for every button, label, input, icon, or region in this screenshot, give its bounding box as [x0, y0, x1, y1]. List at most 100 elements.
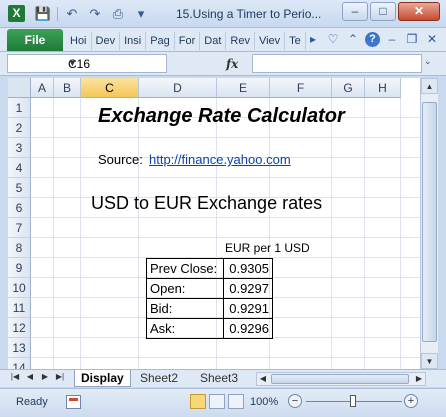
row-header-8[interactable]: 8	[8, 238, 31, 258]
sheet-nav: |◀ ◀ ▶ ▶|	[10, 372, 65, 381]
first-sheet-icon[interactable]: |◀	[10, 372, 20, 381]
window-controls: – □ ✕	[342, 2, 440, 21]
heart-icon[interactable]: ♡	[325, 31, 341, 48]
rate-value[interactable]: 0.9296	[223, 318, 273, 339]
excel-logo-icon[interactable]: X	[8, 5, 25, 22]
chevron-right-icon[interactable]: ▸	[305, 31, 321, 48]
next-sheet-icon[interactable]: ▶	[40, 372, 50, 381]
row-header-2[interactable]: 2	[8, 118, 31, 138]
chevron-down-icon[interactable]: ▾	[132, 5, 150, 23]
row-header-9[interactable]: 9	[8, 258, 31, 278]
tab-data[interactable]: Dat	[200, 32, 227, 50]
tab-page-layout[interactable]: Pag	[146, 32, 175, 50]
scroll-right-icon[interactable]: ▶	[413, 373, 425, 385]
page-layout-view-icon[interactable]	[209, 394, 225, 409]
save-icon[interactable]: 💾	[34, 5, 52, 23]
zoom-in-button[interactable]: +	[404, 394, 418, 408]
chevron-down-icon[interactable]: ▼	[68, 58, 163, 68]
help-icon[interactable]: ?	[365, 32, 380, 47]
status-bar: Ready 100% − +	[0, 388, 446, 417]
insert-function-icon[interactable]: fx	[226, 57, 238, 71]
tab-formulas[interactable]: For	[175, 32, 201, 50]
tab-developer[interactable]: Dev	[92, 32, 121, 50]
row-header-14[interactable]: 14	[8, 358, 31, 369]
workbook-close-icon[interactable]: ✕	[424, 31, 440, 48]
tab-view[interactable]: Viev	[255, 32, 286, 50]
column-header-b[interactable]: B	[54, 78, 81, 98]
scroll-up-icon[interactable]: ▲	[421, 78, 438, 94]
row-header-13[interactable]: 13	[8, 338, 31, 358]
row-header-6[interactable]: 6	[8, 198, 31, 218]
quick-access-toolbar: 💾 ↶ ↷ ⎙ ▾	[34, 5, 150, 23]
gridline	[331, 98, 332, 369]
expand-formula-icon[interactable]: ⌄	[424, 56, 432, 67]
tab-review[interactable]: Rev	[226, 32, 255, 50]
rate-label[interactable]: Open:	[146, 278, 224, 299]
row-header-1[interactable]: 1	[8, 98, 31, 118]
formula-input[interactable]	[252, 54, 422, 73]
toolbar-separator	[57, 7, 58, 21]
column-header-f[interactable]: F	[270, 78, 332, 98]
record-macro-icon[interactable]	[66, 395, 81, 409]
column-header-h[interactable]: H	[365, 78, 401, 98]
row-header-12[interactable]: 12	[8, 318, 31, 338]
column-header-e[interactable]: E	[217, 78, 270, 98]
scroll-down-icon[interactable]: ▼	[421, 353, 438, 369]
tab-team[interactable]: Te	[285, 32, 306, 50]
column-header-g[interactable]: G	[332, 78, 365, 98]
maximize-button[interactable]: □	[370, 2, 396, 21]
sheet-tab-sheet3[interactable]: Sheet3	[194, 370, 244, 387]
column-header-c[interactable]: C	[81, 78, 139, 98]
customize-icon[interactable]: ⎙	[109, 5, 127, 23]
select-all-corner[interactable]	[8, 78, 31, 98]
tab-file[interactable]: File	[7, 29, 63, 51]
workbook-minimize-icon[interactable]: –	[384, 31, 400, 48]
rates-table: Prev Close: 0.9305 Open: 0.9297 Bid: 0.9…	[146, 258, 273, 339]
row-header-11[interactable]: 11	[8, 298, 31, 318]
close-button[interactable]: ✕	[398, 2, 440, 21]
rate-value[interactable]: 0.9305	[223, 258, 273, 279]
zoom-out-button[interactable]: −	[288, 394, 302, 408]
last-sheet-icon[interactable]: ▶|	[55, 372, 65, 381]
rate-label[interactable]: Bid:	[146, 298, 224, 319]
sheet-tab-display[interactable]: Display	[74, 370, 131, 387]
scroll-left-icon[interactable]: ◀	[257, 373, 269, 385]
zoom-slider-thumb[interactable]	[350, 395, 356, 407]
minimize-ribbon-icon[interactable]: ⌃	[345, 31, 361, 48]
gridline	[364, 98, 365, 369]
vertical-scrollbar[interactable]: ▲ ▼	[420, 78, 438, 369]
row-header-5[interactable]: 5	[8, 178, 31, 198]
undo-icon[interactable]: ↶	[63, 5, 81, 23]
prev-sheet-icon[interactable]: ◀	[25, 372, 35, 381]
workbook-restore-icon[interactable]: ❐	[404, 31, 420, 48]
gridline	[80, 98, 81, 369]
row-header-7[interactable]: 7	[8, 218, 31, 238]
hscroll-thumb[interactable]	[271, 374, 409, 384]
rate-value[interactable]: 0.9291	[223, 298, 273, 319]
source-link[interactable]: http://finance.yahoo.com	[149, 152, 291, 167]
row-header-4[interactable]: 4	[8, 158, 31, 178]
tab-home[interactable]: Hoi	[66, 32, 92, 50]
name-box[interactable]: C16 ▼	[7, 54, 167, 73]
zoom-level[interactable]: 100%	[250, 396, 278, 408]
scroll-thumb[interactable]	[422, 102, 437, 342]
row-header-3[interactable]: 3	[8, 138, 31, 158]
column-header-d[interactable]: D	[139, 78, 217, 98]
rate-label[interactable]: Prev Close:	[146, 258, 224, 279]
formula-bar: C16 ▼ fx ⌄	[0, 52, 446, 76]
tab-insert[interactable]: Insi	[120, 32, 147, 50]
horizontal-scrollbar[interactable]: ◀ ▶	[256, 372, 426, 386]
row-header-10[interactable]: 10	[8, 278, 31, 298]
page-break-view-icon[interactable]	[228, 394, 244, 409]
column-header-a[interactable]: A	[31, 78, 54, 98]
gridline	[400, 98, 401, 369]
rate-label[interactable]: Ask:	[146, 318, 224, 339]
table-row: Open: 0.9297	[146, 278, 273, 299]
rate-value[interactable]: 0.9297	[223, 278, 273, 299]
worksheet-grid[interactable]: ABCDEFGH 1 2 3 4 5 6 7 8 9 10 11 12 13 14 Exchange Ra…	[8, 78, 420, 369]
normal-view-icon[interactable]	[190, 394, 206, 409]
gridline	[53, 98, 54, 369]
minimize-button[interactable]: –	[342, 2, 368, 21]
sheet-tab-sheet2[interactable]: Sheet2	[134, 370, 184, 387]
redo-icon[interactable]: ↷	[86, 5, 104, 23]
